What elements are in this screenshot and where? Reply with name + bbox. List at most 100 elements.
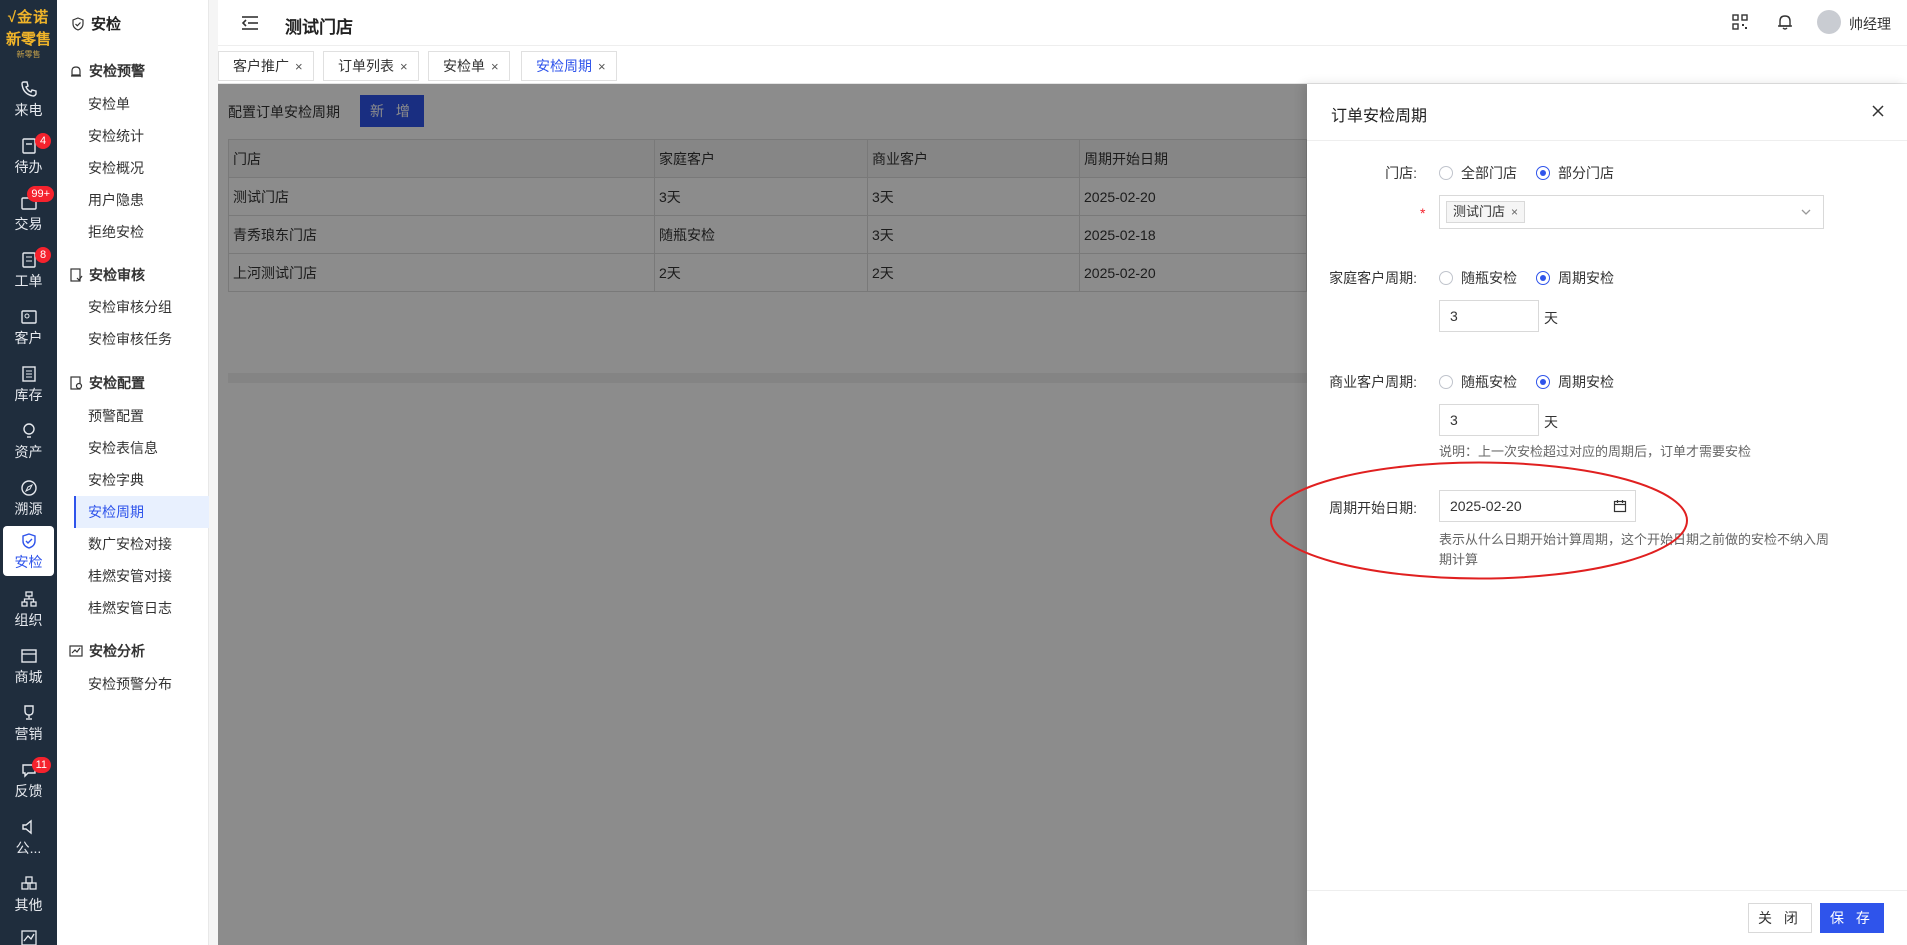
- radio-dot: [1439, 271, 1453, 285]
- trophy-icon: [23, 705, 34, 720]
- rail-item-trace[interactable]: 溯源: [3, 473, 54, 523]
- rail-item-org[interactable]: 组织: [3, 584, 54, 634]
- drawer-divider: [1307, 140, 1907, 141]
- menu-item-review-groups[interactable]: 安检审核分组: [74, 291, 209, 323]
- app-rail: √金诺 新零售 新零售 来电 4 待办 99+ 交易 8 工单 客户 库存 资产…: [0, 0, 57, 945]
- rail-item-safety[interactable]: 安检: [3, 526, 54, 576]
- business-cycle-label: 商业客户周期:: [1329, 374, 1417, 390]
- close-icon[interactable]: ×: [491, 59, 499, 74]
- menu-item-inspection-stats[interactable]: 安检统计: [74, 120, 209, 152]
- menu-group-warning[interactable]: 安检预警: [69, 61, 145, 81]
- chart-icon[interactable]: [21, 930, 37, 945]
- tab-bar: 客户推广 × 订单列表 × 安检单 × 安检周期 ×: [218, 46, 1907, 84]
- home-days-input[interactable]: 3: [1439, 300, 1539, 332]
- rail-item-asset[interactable]: 资产: [3, 416, 54, 466]
- radio-business-with-bottle[interactable]: 随瓶安检: [1439, 372, 1517, 392]
- close-icon[interactable]: ×: [400, 59, 408, 74]
- radio-business-periodic[interactable]: 周期安检: [1536, 372, 1614, 392]
- inventory-icon: [21, 366, 36, 382]
- home-cycle-label: 家庭客户周期:: [1329, 270, 1417, 286]
- submenu-title: 安检: [71, 13, 121, 34]
- close-icon[interactable]: ×: [598, 59, 606, 74]
- menu-item-warning-distribution[interactable]: 安检预警分布: [74, 668, 209, 700]
- rail-label: 公...: [15, 840, 42, 856]
- shield-icon: [21, 533, 36, 549]
- rail-item-todo[interactable]: 4 待办: [3, 131, 54, 181]
- close-button[interactable]: 关 闭: [1748, 903, 1812, 933]
- menu-item-inspection-overview[interactable]: 安检概况: [74, 152, 209, 184]
- todo-badge: 4: [35, 133, 51, 149]
- menu-item-inspection-cycle[interactable]: 安检周期: [74, 496, 209, 528]
- drawer-footer: 关 闭 保 存: [1307, 890, 1907, 945]
- rail-item-customer[interactable]: 客户: [3, 302, 54, 352]
- rail-label: 资产: [14, 444, 43, 460]
- close-icon[interactable]: [1869, 102, 1887, 120]
- other-icon: [20, 876, 37, 890]
- menu-group-config[interactable]: 安检配置: [69, 373, 145, 393]
- store-label: 门店:: [1385, 165, 1417, 181]
- secondary-menu: 安检 安检预警 安检单 安检统计 安检概况 用户隐患 拒绝安检 安检审核 安检审…: [57, 0, 209, 945]
- save-button[interactable]: 保 存: [1820, 903, 1884, 933]
- tab-order-list[interactable]: 订单列表 ×: [323, 51, 419, 81]
- mall-icon: [20, 649, 37, 663]
- avatar[interactable]: [1817, 10, 1841, 34]
- radio-dot: [1536, 375, 1550, 389]
- rail-item-announce[interactable]: 公...: [3, 812, 54, 862]
- required-mark: *: [1420, 205, 1426, 221]
- rail-label: 其他: [14, 897, 43, 913]
- top-header: 测试门店 帅经理: [218, 0, 1907, 46]
- workorder-badge: 8: [35, 247, 51, 263]
- close-icon[interactable]: ×: [295, 59, 303, 74]
- menu-group-review[interactable]: 安检审核: [69, 265, 145, 285]
- rail-label: 交易: [14, 216, 43, 232]
- tab-inspection-order[interactable]: 安检单 ×: [428, 51, 510, 81]
- menu-item-inspection-order[interactable]: 安检单: [74, 88, 209, 120]
- logo-product-text: 新零售: [5, 31, 51, 48]
- qrcode-icon[interactable]: [1730, 12, 1750, 32]
- rail-item-calls[interactable]: 来电: [3, 74, 54, 124]
- menu-item-form-info[interactable]: 安检表信息: [74, 432, 209, 464]
- menu-item-dictionary[interactable]: 安检字典: [74, 464, 209, 496]
- menu-item-guiran-log[interactable]: 桂燃安管日志: [74, 592, 209, 624]
- rail-label: 反馈: [14, 783, 43, 799]
- radio-dot: [1536, 271, 1550, 285]
- rail-item-trade[interactable]: 99+ 交易: [3, 186, 54, 238]
- rail-label: 库存: [14, 387, 43, 403]
- radio-home-periodic[interactable]: 周期安检: [1536, 268, 1614, 288]
- rail-item-mall[interactable]: 商城: [3, 641, 54, 691]
- customer-icon: [20, 310, 37, 324]
- tab-inspection-cycle[interactable]: 安检周期 ×: [521, 51, 617, 81]
- bell-icon[interactable]: [1775, 12, 1795, 32]
- radio-all-stores[interactable]: 全部门店: [1439, 163, 1517, 183]
- chip-close-icon[interactable]: ×: [1511, 205, 1518, 219]
- rail-item-marketing[interactable]: 营销: [3, 698, 54, 748]
- rail-item-inventory[interactable]: 库存: [3, 359, 54, 409]
- menu-group-analysis[interactable]: 安检分析: [69, 641, 145, 661]
- rail-label: 工单: [14, 273, 43, 289]
- tab-customer-promo[interactable]: 客户推广 ×: [218, 51, 314, 81]
- feedback-badge: 11: [31, 757, 51, 773]
- menu-item-user-hazards[interactable]: 用户隐患: [74, 184, 209, 216]
- menu-toggle-icon[interactable]: [240, 13, 260, 33]
- store-select[interactable]: 测试门店 ×: [1439, 195, 1824, 229]
- menu-item-shuguang-integration[interactable]: 数广安检对接: [74, 528, 209, 560]
- drawer-backdrop[interactable]: [218, 84, 1307, 945]
- rail-label: 商城: [14, 669, 43, 685]
- rail-item-feedback[interactable]: 11 反馈: [3, 755, 54, 805]
- rail-label: 溯源: [14, 501, 43, 517]
- radio-dot: [1439, 375, 1453, 389]
- menu-item-review-tasks[interactable]: 安检审核任务: [74, 323, 209, 355]
- trace-icon: [20, 480, 37, 496]
- rail-item-workorder[interactable]: 8 工单: [3, 245, 54, 295]
- page-title: 测试门店: [285, 18, 353, 37]
- menu-item-refused-inspection[interactable]: 拒绝安检: [74, 216, 209, 248]
- menu-scroll-gutter: [209, 0, 218, 945]
- menu-item-warning-config[interactable]: 预警配置: [74, 400, 209, 432]
- username[interactable]: 帅经理: [1849, 14, 1891, 34]
- menu-item-guiran-integration[interactable]: 桂燃安管对接: [74, 560, 209, 592]
- business-days-input[interactable]: 3: [1439, 404, 1539, 436]
- radio-home-with-bottle[interactable]: 随瓶安检: [1439, 268, 1517, 288]
- rail-item-other[interactable]: 其他: [3, 869, 54, 919]
- radio-some-stores[interactable]: 部分门店: [1536, 163, 1614, 183]
- chevron-down-icon: [1801, 209, 1811, 215]
